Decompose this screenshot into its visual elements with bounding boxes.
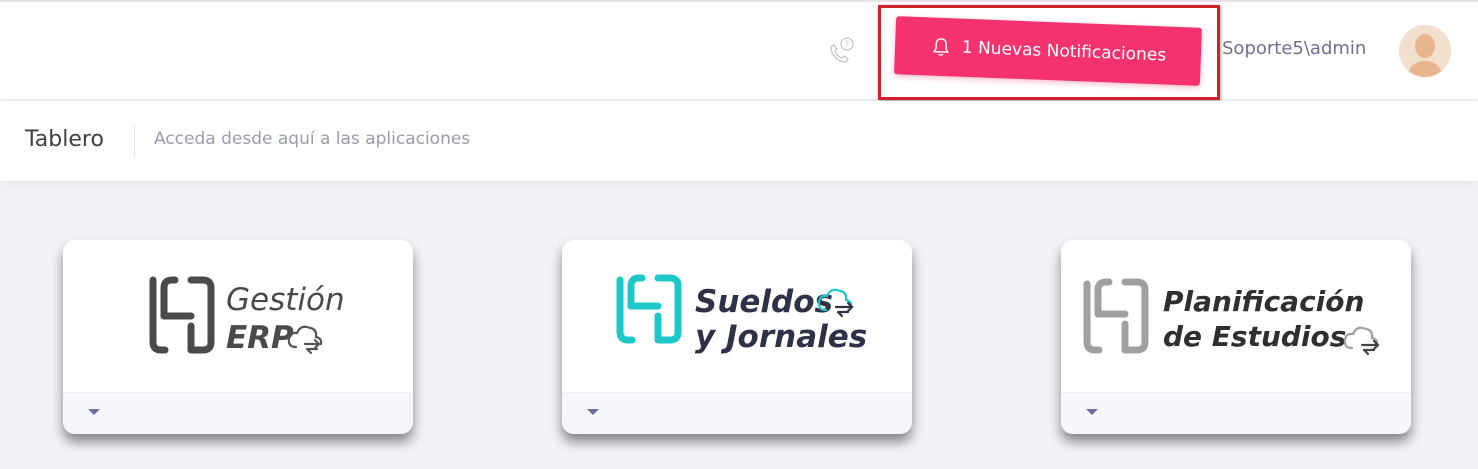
app-line2: de Estudios bbox=[1163, 320, 1346, 353]
avatar-icon bbox=[1399, 25, 1451, 77]
caret-down-icon[interactable] bbox=[88, 409, 100, 415]
page-title: Tablero bbox=[25, 127, 104, 152]
caret-down-icon[interactable] bbox=[587, 409, 599, 415]
app-line2: ERP bbox=[226, 320, 294, 356]
user-name[interactable]: Soporte5\admin bbox=[1222, 38, 1366, 59]
app-card-sueldos-jornales[interactable]: Sueldos y Jornales bbox=[562, 240, 912, 434]
card-footer[interactable] bbox=[1061, 392, 1411, 434]
title-divider bbox=[134, 124, 135, 157]
sueldos-jornales-logo: Sueldos y Jornales bbox=[616, 274, 867, 355]
app-line2: y Jornales bbox=[695, 319, 867, 355]
bell-icon bbox=[932, 38, 949, 56]
user-avatar[interactable] bbox=[1399, 25, 1451, 77]
planificacion-estudios-logo: Planificación de Estudios bbox=[1083, 278, 1380, 356]
svg-text:?: ? bbox=[845, 40, 850, 50]
app-line1: Planificación bbox=[1163, 285, 1364, 318]
caret-down-icon[interactable] bbox=[1086, 409, 1098, 415]
gestion-erp-logo: Gestión ERP bbox=[149, 276, 345, 356]
app-card-gestion-erp[interactable]: Gestión ERP bbox=[63, 240, 413, 434]
app-line1: Sueldos bbox=[695, 284, 833, 320]
card-footer[interactable] bbox=[562, 392, 912, 434]
card-footer[interactable] bbox=[63, 392, 413, 434]
notifications-label: 1 Nuevas Notificaciones bbox=[961, 37, 1167, 66]
cloud-sync-icon bbox=[1343, 326, 1380, 356]
app-card-planificacion-estudios[interactable]: Planificación de Estudios bbox=[1061, 240, 1411, 434]
notifications-button[interactable]: 1 Nuevas Notificaciones bbox=[893, 16, 1203, 86]
app-line1: Gestión bbox=[226, 282, 345, 318]
phone-help-icon[interactable]: ? bbox=[826, 35, 858, 67]
page-description: Acceda desde aquí a las aplicaciones bbox=[154, 129, 471, 149]
